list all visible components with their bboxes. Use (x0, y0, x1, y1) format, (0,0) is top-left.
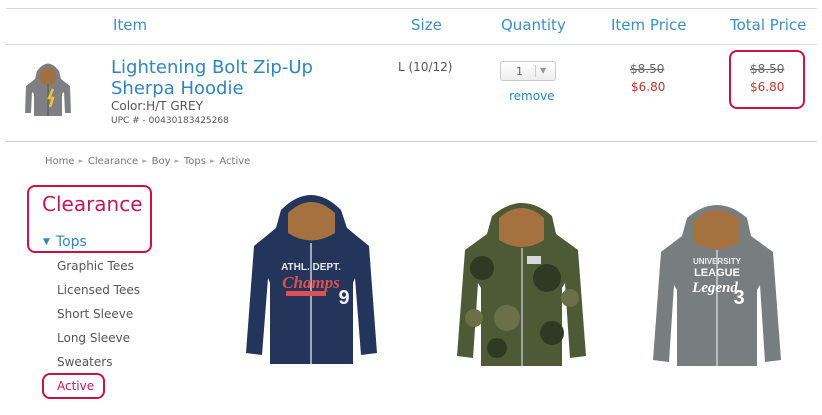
hoodie-print-line1: UNIVERSITY (693, 257, 742, 266)
hoodie-print-line1: ATHL. DEPT. (281, 262, 341, 273)
header-total-price: Total Price (730, 16, 807, 34)
caret-down-icon: ▼ (43, 237, 50, 247)
table-header-divider (6, 44, 817, 45)
quantity-select[interactable]: 1 ▼ (500, 61, 556, 81)
total-price-sale: $6.80 (750, 80, 785, 94)
product-size: L (10/12) (398, 60, 453, 74)
sidebar-heading-clearance[interactable]: Clearance (42, 192, 143, 216)
header-size: Size (411, 16, 442, 34)
chevron-right-icon: ► (142, 157, 148, 165)
chevron-right-icon: ► (174, 157, 180, 165)
breadcrumb-active: Active (219, 156, 251, 167)
hoodie-print-number: 9 (338, 287, 349, 309)
sidebar-category-tops[interactable]: ▼ Tops (43, 234, 87, 250)
product-thumbnail[interactable] (23, 56, 73, 128)
hoodie-print-line3: Legend (691, 280, 738, 296)
product-image-navy-hoodie[interactable]: ATHL. DEPT. Champs 9 (243, 188, 380, 370)
hoodie-print-number: 3 (733, 287, 744, 309)
sidebar-item-long-sleeve[interactable]: Long Sleeve (57, 331, 130, 345)
breadcrumb-tops[interactable]: Tops (184, 156, 206, 167)
cart-bottom-divider (6, 141, 817, 142)
remove-link[interactable]: remove (509, 89, 555, 103)
quantity-separator (535, 65, 536, 77)
product-image-grey-hoodie[interactable]: UNIVERSITY LEAGUE Legend 3 (645, 200, 789, 370)
sidebar-item-short-sleeve[interactable]: Short Sleeve (57, 307, 133, 321)
chevron-right-icon: ► (78, 157, 84, 165)
breadcrumb-clearance[interactable]: Clearance (88, 156, 138, 167)
table-top-divider (6, 8, 817, 9)
sidebar-category-label: Tops (55, 234, 87, 250)
hoodie-print-line2: Champs (282, 273, 340, 292)
quantity-value: 1 (516, 65, 523, 78)
product-image-camo-hoodie[interactable] (452, 198, 591, 370)
chevron-down-icon: ▼ (540, 66, 547, 75)
total-price-original: $8.50 (750, 62, 785, 76)
breadcrumb: Home ► Clearance ► Boy ► Tops ► Active (45, 156, 250, 167)
sidebar-item-graphic-tees[interactable]: Graphic Tees (57, 259, 134, 273)
header-item: Item (113, 16, 148, 34)
hoodie-print-line2: LEAGUE (694, 267, 740, 279)
product-name-link[interactable]: Lightening Bolt Zip-Up Sherpa Hoodie (111, 57, 381, 99)
item-price-original: $8.50 (630, 62, 665, 76)
header-quantity: Quantity (501, 16, 566, 34)
breadcrumb-home[interactable]: Home (45, 156, 75, 167)
breadcrumb-boy[interactable]: Boy (152, 156, 171, 167)
item-price-sale: $6.80 (631, 80, 666, 94)
header-item-price: Item Price (611, 16, 687, 34)
product-upc: UPC # - 00430183425268 (111, 116, 229, 126)
sidebar-item-active[interactable]: Active (57, 379, 94, 393)
chevron-right-icon: ► (209, 157, 216, 165)
sidebar-item-licensed-tees[interactable]: Licensed Tees (57, 283, 140, 297)
product-color: Color:H/T GREY (111, 99, 203, 113)
sidebar-item-sweaters[interactable]: Sweaters (57, 355, 112, 369)
